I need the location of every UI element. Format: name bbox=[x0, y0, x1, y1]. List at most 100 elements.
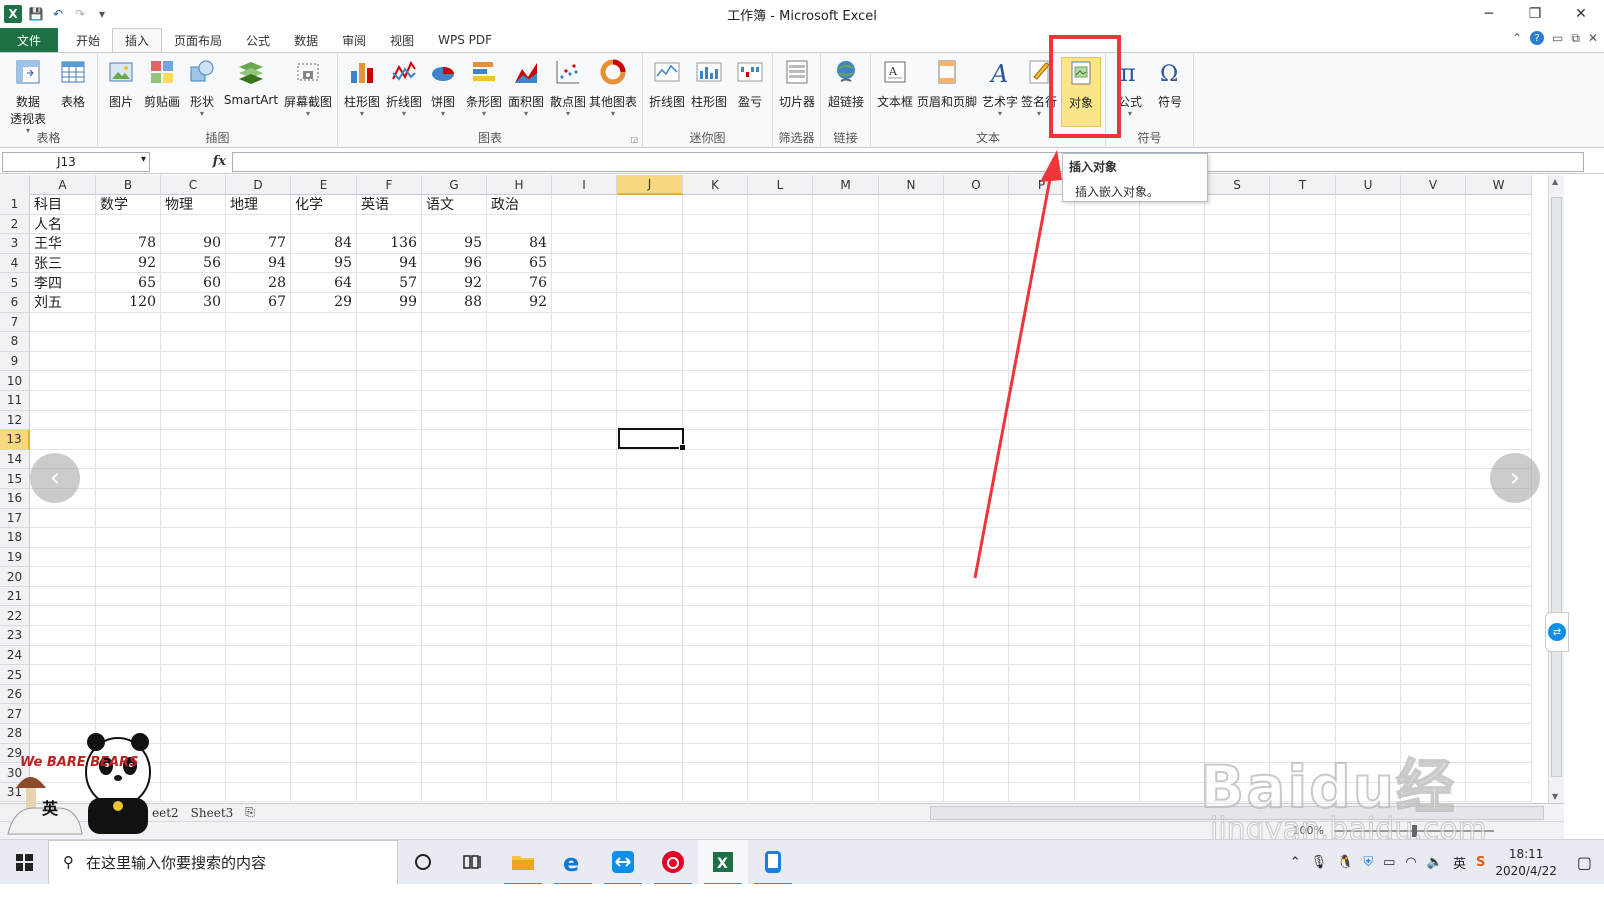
cell-f27[interactable] bbox=[357, 704, 422, 725]
cell-o10[interactable] bbox=[944, 371, 1009, 391]
cell-p28[interactable] bbox=[1009, 724, 1075, 744]
row-header[interactable]: 15 bbox=[0, 469, 30, 489]
cell-k21[interactable] bbox=[683, 586, 748, 607]
cell-f2[interactable] bbox=[357, 214, 422, 235]
cell-r21[interactable] bbox=[1140, 586, 1205, 607]
row-header[interactable]: 17 bbox=[0, 508, 30, 529]
cell-c9[interactable] bbox=[161, 351, 226, 372]
cell-b9[interactable] bbox=[96, 351, 161, 372]
cell-g29[interactable] bbox=[422, 743, 487, 764]
cell-s8[interactable] bbox=[1205, 332, 1270, 352]
cell-k2[interactable] bbox=[683, 214, 748, 235]
tab-home[interactable]: 开始 bbox=[64, 28, 112, 52]
cell-d8[interactable] bbox=[226, 332, 291, 352]
cell-n1[interactable] bbox=[879, 195, 944, 215]
cell-c3[interactable]: 90 bbox=[161, 234, 226, 254]
volume-icon[interactable]: 🔈 bbox=[1427, 855, 1443, 870]
cell-a2[interactable]: 人名 bbox=[30, 214, 96, 235]
cell-w10[interactable] bbox=[1466, 371, 1532, 391]
column-header-k[interactable]: K bbox=[683, 175, 748, 195]
cell-n31[interactable] bbox=[879, 782, 944, 803]
cell-j4[interactable] bbox=[617, 253, 683, 274]
column-header-j[interactable]: J bbox=[617, 175, 683, 195]
tab-page-layout[interactable]: 页面布局 bbox=[162, 28, 234, 52]
cell-q22[interactable] bbox=[1075, 606, 1140, 627]
cell-c25[interactable] bbox=[161, 665, 226, 685]
previous-slide-button[interactable]: ‹ bbox=[30, 453, 80, 503]
formula-input[interactable] bbox=[232, 151, 1584, 172]
cell-b13[interactable] bbox=[96, 430, 161, 450]
cell-j10[interactable] bbox=[617, 371, 683, 391]
cell-j1[interactable] bbox=[617, 195, 683, 215]
cell-j15[interactable] bbox=[617, 469, 683, 489]
cell-l4[interactable] bbox=[748, 253, 813, 274]
cell-c12[interactable] bbox=[161, 410, 226, 431]
cell-c19[interactable] bbox=[161, 547, 226, 568]
cell-g14[interactable] bbox=[422, 449, 487, 470]
cell-s27[interactable] bbox=[1205, 704, 1270, 725]
cell-l2[interactable] bbox=[748, 214, 813, 235]
horizontal-scrollbar[interactable] bbox=[930, 806, 1544, 820]
cell-g23[interactable] bbox=[422, 626, 487, 646]
cell-h6[interactable]: 92 bbox=[487, 292, 552, 313]
cell-f7[interactable] bbox=[357, 312, 422, 333]
cell-t13[interactable] bbox=[1270, 430, 1336, 450]
cell-c21[interactable] bbox=[161, 586, 226, 607]
cell-o30[interactable] bbox=[944, 763, 1009, 783]
cell-i18[interactable] bbox=[552, 528, 617, 548]
cell-m4[interactable] bbox=[813, 253, 879, 274]
cell-w25[interactable] bbox=[1466, 665, 1532, 685]
cell-q21[interactable] bbox=[1075, 586, 1140, 607]
cell-u21[interactable] bbox=[1336, 586, 1401, 607]
cell-f1[interactable]: 英语 bbox=[357, 195, 422, 215]
cell-k22[interactable] bbox=[683, 606, 748, 627]
cell-s13[interactable] bbox=[1205, 430, 1270, 450]
cell-c7[interactable] bbox=[161, 312, 226, 333]
cell-i9[interactable] bbox=[552, 351, 617, 372]
cell-q31[interactable] bbox=[1075, 782, 1140, 803]
cell-v17[interactable] bbox=[1401, 508, 1466, 529]
task-view-button[interactable] bbox=[448, 840, 498, 885]
cell-l9[interactable] bbox=[748, 351, 813, 372]
cell-w12[interactable] bbox=[1466, 410, 1532, 431]
teamviewer-button[interactable] bbox=[598, 840, 648, 885]
cell-j9[interactable] bbox=[617, 351, 683, 372]
cell-v23[interactable] bbox=[1401, 626, 1466, 646]
cell-k7[interactable] bbox=[683, 312, 748, 333]
worksheet-grid[interactable]: ABCDEFGHIJKLMNOPQRSTUVW 1科目数学物理地理化学英语语文政… bbox=[0, 175, 1548, 803]
cell-o7[interactable] bbox=[944, 312, 1009, 333]
cell-b24[interactable] bbox=[96, 645, 161, 666]
cell-h12[interactable] bbox=[487, 410, 552, 431]
cell-t22[interactable] bbox=[1270, 606, 1336, 627]
cell-u2[interactable] bbox=[1336, 214, 1401, 235]
cell-a3[interactable]: 王华 bbox=[30, 234, 96, 254]
cell-v29[interactable] bbox=[1401, 743, 1466, 764]
cell-a10[interactable] bbox=[30, 371, 96, 391]
cell-r25[interactable] bbox=[1140, 665, 1205, 685]
cell-o29[interactable] bbox=[944, 743, 1009, 764]
cell-a25[interactable] bbox=[30, 665, 96, 685]
cell-d5[interactable]: 28 bbox=[226, 273, 291, 293]
cell-q20[interactable] bbox=[1075, 567, 1140, 587]
cell-h14[interactable] bbox=[487, 449, 552, 470]
hyperlink-button[interactable]: 超链接 bbox=[825, 57, 867, 110]
cell-h18[interactable] bbox=[487, 528, 552, 548]
cell-i7[interactable] bbox=[552, 312, 617, 333]
cell-b10[interactable] bbox=[96, 371, 161, 391]
cell-j2[interactable] bbox=[617, 214, 683, 235]
cell-a11[interactable] bbox=[30, 390, 96, 411]
cell-w29[interactable] bbox=[1466, 743, 1532, 764]
cell-t2[interactable] bbox=[1270, 214, 1336, 235]
cell-v10[interactable] bbox=[1401, 371, 1466, 391]
cell-s4[interactable] bbox=[1205, 253, 1270, 274]
cell-h8[interactable] bbox=[487, 332, 552, 352]
security-shield-icon[interactable]: ⛨ bbox=[1363, 855, 1373, 870]
cell-e20[interactable] bbox=[291, 567, 357, 587]
cell-q25[interactable] bbox=[1075, 665, 1140, 685]
cell-b14[interactable] bbox=[96, 449, 161, 470]
cell-e7[interactable] bbox=[291, 312, 357, 333]
cell-s12[interactable] bbox=[1205, 410, 1270, 431]
cell-g12[interactable] bbox=[422, 410, 487, 431]
cell-p15[interactable] bbox=[1009, 469, 1075, 489]
cell-c5[interactable]: 60 bbox=[161, 273, 226, 293]
